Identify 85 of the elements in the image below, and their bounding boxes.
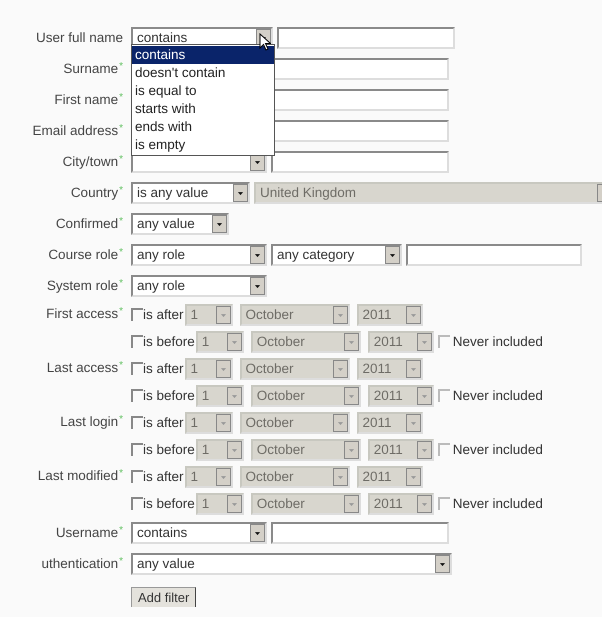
- text-field[interactable]: [271, 522, 449, 544]
- dropdown-select[interactable]: any role: [131, 244, 267, 266]
- required-mark: *: [119, 525, 123, 536]
- checkbox-label: is before: [143, 334, 195, 349]
- add-filter-button[interactable]: Add filter: [131, 586, 196, 606]
- required-mark: *: [119, 92, 123, 103]
- checkbox-label: Never included: [452, 334, 543, 349]
- caret-icon: [226, 440, 242, 458]
- field-label: Confirmed: [56, 216, 118, 231]
- caret-icon: [344, 494, 359, 512]
- caret-icon: [406, 306, 421, 324]
- field-label: Email address: [32, 123, 118, 138]
- caret-icon: [416, 494, 432, 512]
- caret-icon: [435, 554, 450, 572]
- field-label: Country: [70, 185, 118, 200]
- field-label: Username: [56, 525, 118, 540]
- caret-icon: [216, 468, 231, 486]
- field-label: Surname: [63, 61, 118, 76]
- caret-icon: [250, 524, 265, 542]
- caret-icon: [416, 386, 432, 404]
- caret-icon: [332, 360, 348, 378]
- field-label: Last modified: [38, 468, 118, 483]
- caret-icon: [250, 246, 265, 264]
- checkbox-label: is after: [143, 307, 184, 322]
- required-mark: *: [119, 123, 123, 134]
- caret-icon: [406, 360, 421, 378]
- required-mark: *: [119, 414, 123, 425]
- dropdown-option[interactable]: contains: [132, 46, 274, 64]
- text-field[interactable]: [406, 244, 582, 266]
- caret-icon: [344, 440, 359, 458]
- text-field[interactable]: [271, 150, 449, 172]
- caret-icon: [344, 386, 359, 404]
- required-mark: *: [119, 360, 123, 371]
- dropdown-select[interactable]: any value: [131, 212, 229, 234]
- checkbox-label: Never included: [452, 496, 543, 511]
- field-label: User full name: [36, 30, 123, 45]
- checkbox-label: is before: [143, 496, 195, 511]
- caret-icon: [216, 360, 231, 378]
- dropdown-select[interactable]: is any value: [131, 182, 250, 204]
- field-label: Last access: [46, 360, 118, 375]
- caret-icon: [216, 414, 231, 432]
- caret-icon: [233, 184, 248, 202]
- required-mark: *: [119, 247, 123, 258]
- field-label: Course role: [48, 247, 118, 262]
- dropdown-select[interactable]: any value: [131, 552, 452, 574]
- caret-icon: [332, 468, 348, 486]
- checkbox-label: Never included: [452, 388, 543, 403]
- checkbox-label: is before: [143, 442, 195, 457]
- required-mark: *: [119, 468, 123, 479]
- field-label: First name: [54, 92, 118, 107]
- checkbox-label: is before: [143, 388, 195, 403]
- required-mark: *: [119, 306, 123, 317]
- required-mark: *: [119, 556, 123, 567]
- caret-icon: [226, 386, 242, 404]
- caret-icon: [406, 414, 421, 432]
- caret-icon: [385, 246, 400, 264]
- caret-icon: [416, 440, 432, 458]
- caret-icon: [344, 332, 359, 350]
- required-mark: *: [119, 185, 123, 196]
- caret-icon: [226, 332, 242, 350]
- caret-icon: [332, 414, 348, 432]
- checkbox-label: Never included: [452, 442, 543, 457]
- field-label: System role: [46, 278, 118, 293]
- dropdown-select[interactable]: contains: [131, 522, 267, 544]
- required-mark: *: [119, 216, 123, 227]
- text-field[interactable]: [277, 26, 455, 48]
- dropdown-select[interactable]: any category: [271, 244, 402, 266]
- caret-icon: [250, 276, 265, 294]
- checkbox-label: is after: [143, 361, 184, 376]
- caret-icon: [406, 468, 421, 486]
- caret-icon: [212, 214, 227, 232]
- field-label: uthentication: [42, 556, 118, 571]
- caret-icon: [226, 494, 242, 512]
- caret-icon: [216, 306, 231, 324]
- required-mark: *: [119, 61, 123, 72]
- dropdown-select[interactable]: any role: [131, 274, 267, 296]
- required-mark: *: [119, 154, 123, 165]
- caret-icon: [332, 306, 348, 324]
- field-label: City/town: [62, 154, 118, 169]
- caret-icon: [416, 332, 432, 350]
- field-label: First access: [46, 306, 118, 321]
- required-mark: *: [119, 278, 123, 289]
- checkbox-label: is after: [143, 469, 184, 484]
- checkbox-label: is after: [143, 415, 184, 430]
- field-label: Last login: [60, 414, 118, 429]
